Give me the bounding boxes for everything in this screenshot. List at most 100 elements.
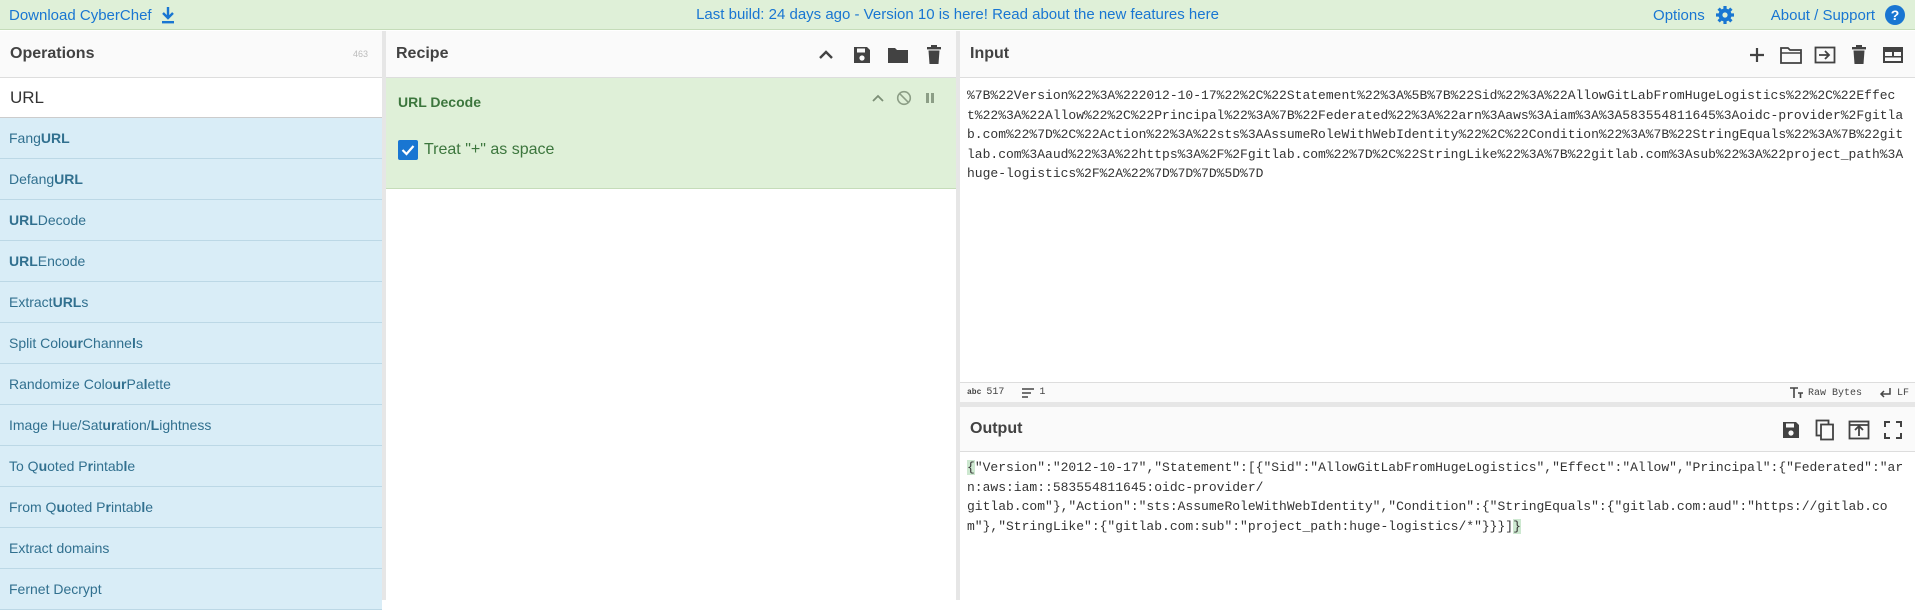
recipe-header: Recipe (386, 31, 956, 78)
output-textarea[interactable]: {"Version":"2012-10-17","Statement":[{"S… (960, 452, 1915, 542)
clear-input-icon[interactable] (1847, 43, 1871, 67)
collapse-all-icon[interactable] (814, 43, 838, 67)
text-encoding-icon[interactable] (1789, 387, 1803, 399)
input-status-bar: abc 517 1 Raw Bytes LF (960, 382, 1915, 402)
operation-label-part: Encode (37, 253, 86, 269)
operation-label-part: Channe (82, 335, 132, 351)
encoding-selector[interactable]: Raw Bytes (1789, 387, 1862, 399)
operation-label-part: Image Hue/Sat (9, 417, 103, 433)
output-body: "Version":"2012-10-17","Statement":[{"Si… (967, 460, 1904, 534)
operation-item[interactable]: Fang URL (0, 118, 382, 159)
search-box[interactable] (0, 78, 382, 118)
operation-item[interactable]: Defang URL (0, 159, 382, 200)
brace-match-close: } (1513, 518, 1521, 534)
save-recipe-icon[interactable] (850, 43, 874, 67)
operation-label-part: oted P (65, 499, 106, 515)
operations-count: 463 (352, 49, 368, 59)
line-count: 1 (1039, 387, 1046, 398)
operation-item[interactable]: Extract domains (0, 528, 382, 569)
recipe-operation-name: URL Decode (398, 94, 481, 110)
option-label: Treat "+" as space (424, 141, 555, 158)
operation-label-part: ette (147, 376, 171, 392)
download-link[interactable]: Download CyberChef (9, 6, 176, 24)
search-match-highlight: u (56, 499, 66, 515)
top-banner: Download CyberChef Last build: 24 days a… (0, 0, 1915, 30)
search-match-highlight: URL (52, 294, 82, 310)
gear-icon[interactable] (1715, 5, 1735, 25)
load-recipe-icon[interactable] (886, 43, 910, 67)
input-header: Input (960, 31, 1915, 78)
line-count-icon (1022, 387, 1035, 398)
operation-label-part: Split Colo (9, 335, 69, 351)
char-count-icon: abc (967, 388, 982, 397)
recipe-operation-url-decode[interactable]: URL Decode Treat "+" as space (386, 78, 956, 189)
operations-list: Fang URL Defang URL URL Decode URL Encode Ex… (0, 118, 382, 610)
operation-label-part: Extract domains (9, 540, 110, 556)
about-support-label[interactable]: About / Support (1771, 7, 1875, 24)
return-icon[interactable] (1878, 387, 1892, 399)
maximise-icon[interactable] (1881, 418, 1905, 442)
operation-label-part: oted P (47, 458, 88, 474)
operations-title: Operations (10, 45, 95, 62)
operation-label-part: Fang (9, 130, 41, 146)
checkbox-checked[interactable] (398, 140, 418, 160)
operation-label-part: Randomize Colo (9, 376, 113, 392)
search-match-highlight: ur (112, 376, 127, 392)
input-title: Input (970, 45, 1010, 62)
download-label[interactable]: Download CyberChef (9, 7, 152, 24)
open-file-icon[interactable] (1813, 43, 1837, 67)
disable-icon[interactable] (896, 90, 912, 106)
pause-icon[interactable] (924, 91, 936, 105)
search-input[interactable] (10, 87, 372, 108)
search-match-highlight: URL (9, 212, 38, 228)
options-label[interactable]: Options (1653, 7, 1705, 24)
open-folder-icon[interactable] (1779, 43, 1803, 67)
brace-match-open: { (967, 460, 975, 475)
search-match-highlight: ur (102, 417, 117, 433)
eol-selector[interactable]: LF (1878, 387, 1909, 399)
operation-label-part: intab (93, 458, 124, 474)
operation-label-part: e (145, 499, 153, 515)
operation-item[interactable]: Split Colo ur Channe l s (0, 323, 382, 364)
replace-input-icon[interactable] (1847, 418, 1871, 442)
operation-item[interactable]: To Qu oted Pr intab l e (0, 446, 382, 487)
operation-label-part: ation/ (116, 417, 151, 433)
operation-label-part: Pa (126, 376, 144, 392)
encoding-label[interactable]: Raw Bytes (1808, 388, 1862, 399)
copy-output-icon[interactable] (1813, 418, 1837, 442)
operation-label-part: intab (110, 499, 142, 515)
operation-label-part: Fernet Decrypt (9, 581, 102, 597)
operation-item[interactable]: Image Hue/Sat ur ation/Lightness (0, 405, 382, 446)
operation-item[interactable]: Randomize Colo ur Pa l ette (0, 364, 382, 405)
search-match-highlight: URL (40, 130, 70, 146)
operation-label-part: From Q (9, 499, 57, 515)
operation-label-part: s (81, 294, 89, 310)
reset-layout-icon[interactable] (1881, 43, 1905, 67)
search-match-highlight: L (150, 417, 160, 433)
operations-panel: Operations 463 Fang URLDefang URLURL Dec… (0, 31, 382, 610)
operation-item[interactable]: Fernet Decrypt (0, 569, 382, 610)
treat-plus-as-space-option[interactable]: Treat "+" as space (398, 140, 554, 160)
eol-label[interactable]: LF (1897, 388, 1909, 399)
operation-label-part: Decode (37, 212, 87, 228)
output-header: Output (960, 407, 1915, 452)
clear-recipe-icon[interactable] (922, 43, 946, 67)
operation-item[interactable]: URL Decode (0, 200, 382, 241)
operation-item[interactable]: From Qu oted Pr intab l e (0, 487, 382, 528)
download-icon[interactable] (160, 6, 176, 24)
operation-label-part: s (135, 335, 143, 351)
search-match-highlight: ur (68, 335, 83, 351)
save-output-icon[interactable] (1779, 418, 1803, 442)
recipe-title: Recipe (396, 45, 449, 62)
build-notice-link[interactable]: Last build: 24 days ago - Version 10 is … (696, 6, 1219, 23)
operation-label-part: ightness (159, 417, 212, 433)
chevron-up-icon[interactable] (872, 93, 884, 103)
output-title: Output (970, 420, 1023, 437)
search-match-highlight: URL (9, 253, 38, 269)
operation-item[interactable]: Extract URL s (0, 282, 382, 323)
help-icon[interactable]: ? (1885, 5, 1905, 25)
input-textarea[interactable]: %7B%22Version%22%3A%222012-10-17%22%2C%2… (960, 78, 1915, 382)
operation-item[interactable]: URL Encode (0, 241, 382, 282)
add-tab-icon[interactable] (1745, 43, 1769, 67)
operations-header: Operations 463 (0, 31, 382, 78)
